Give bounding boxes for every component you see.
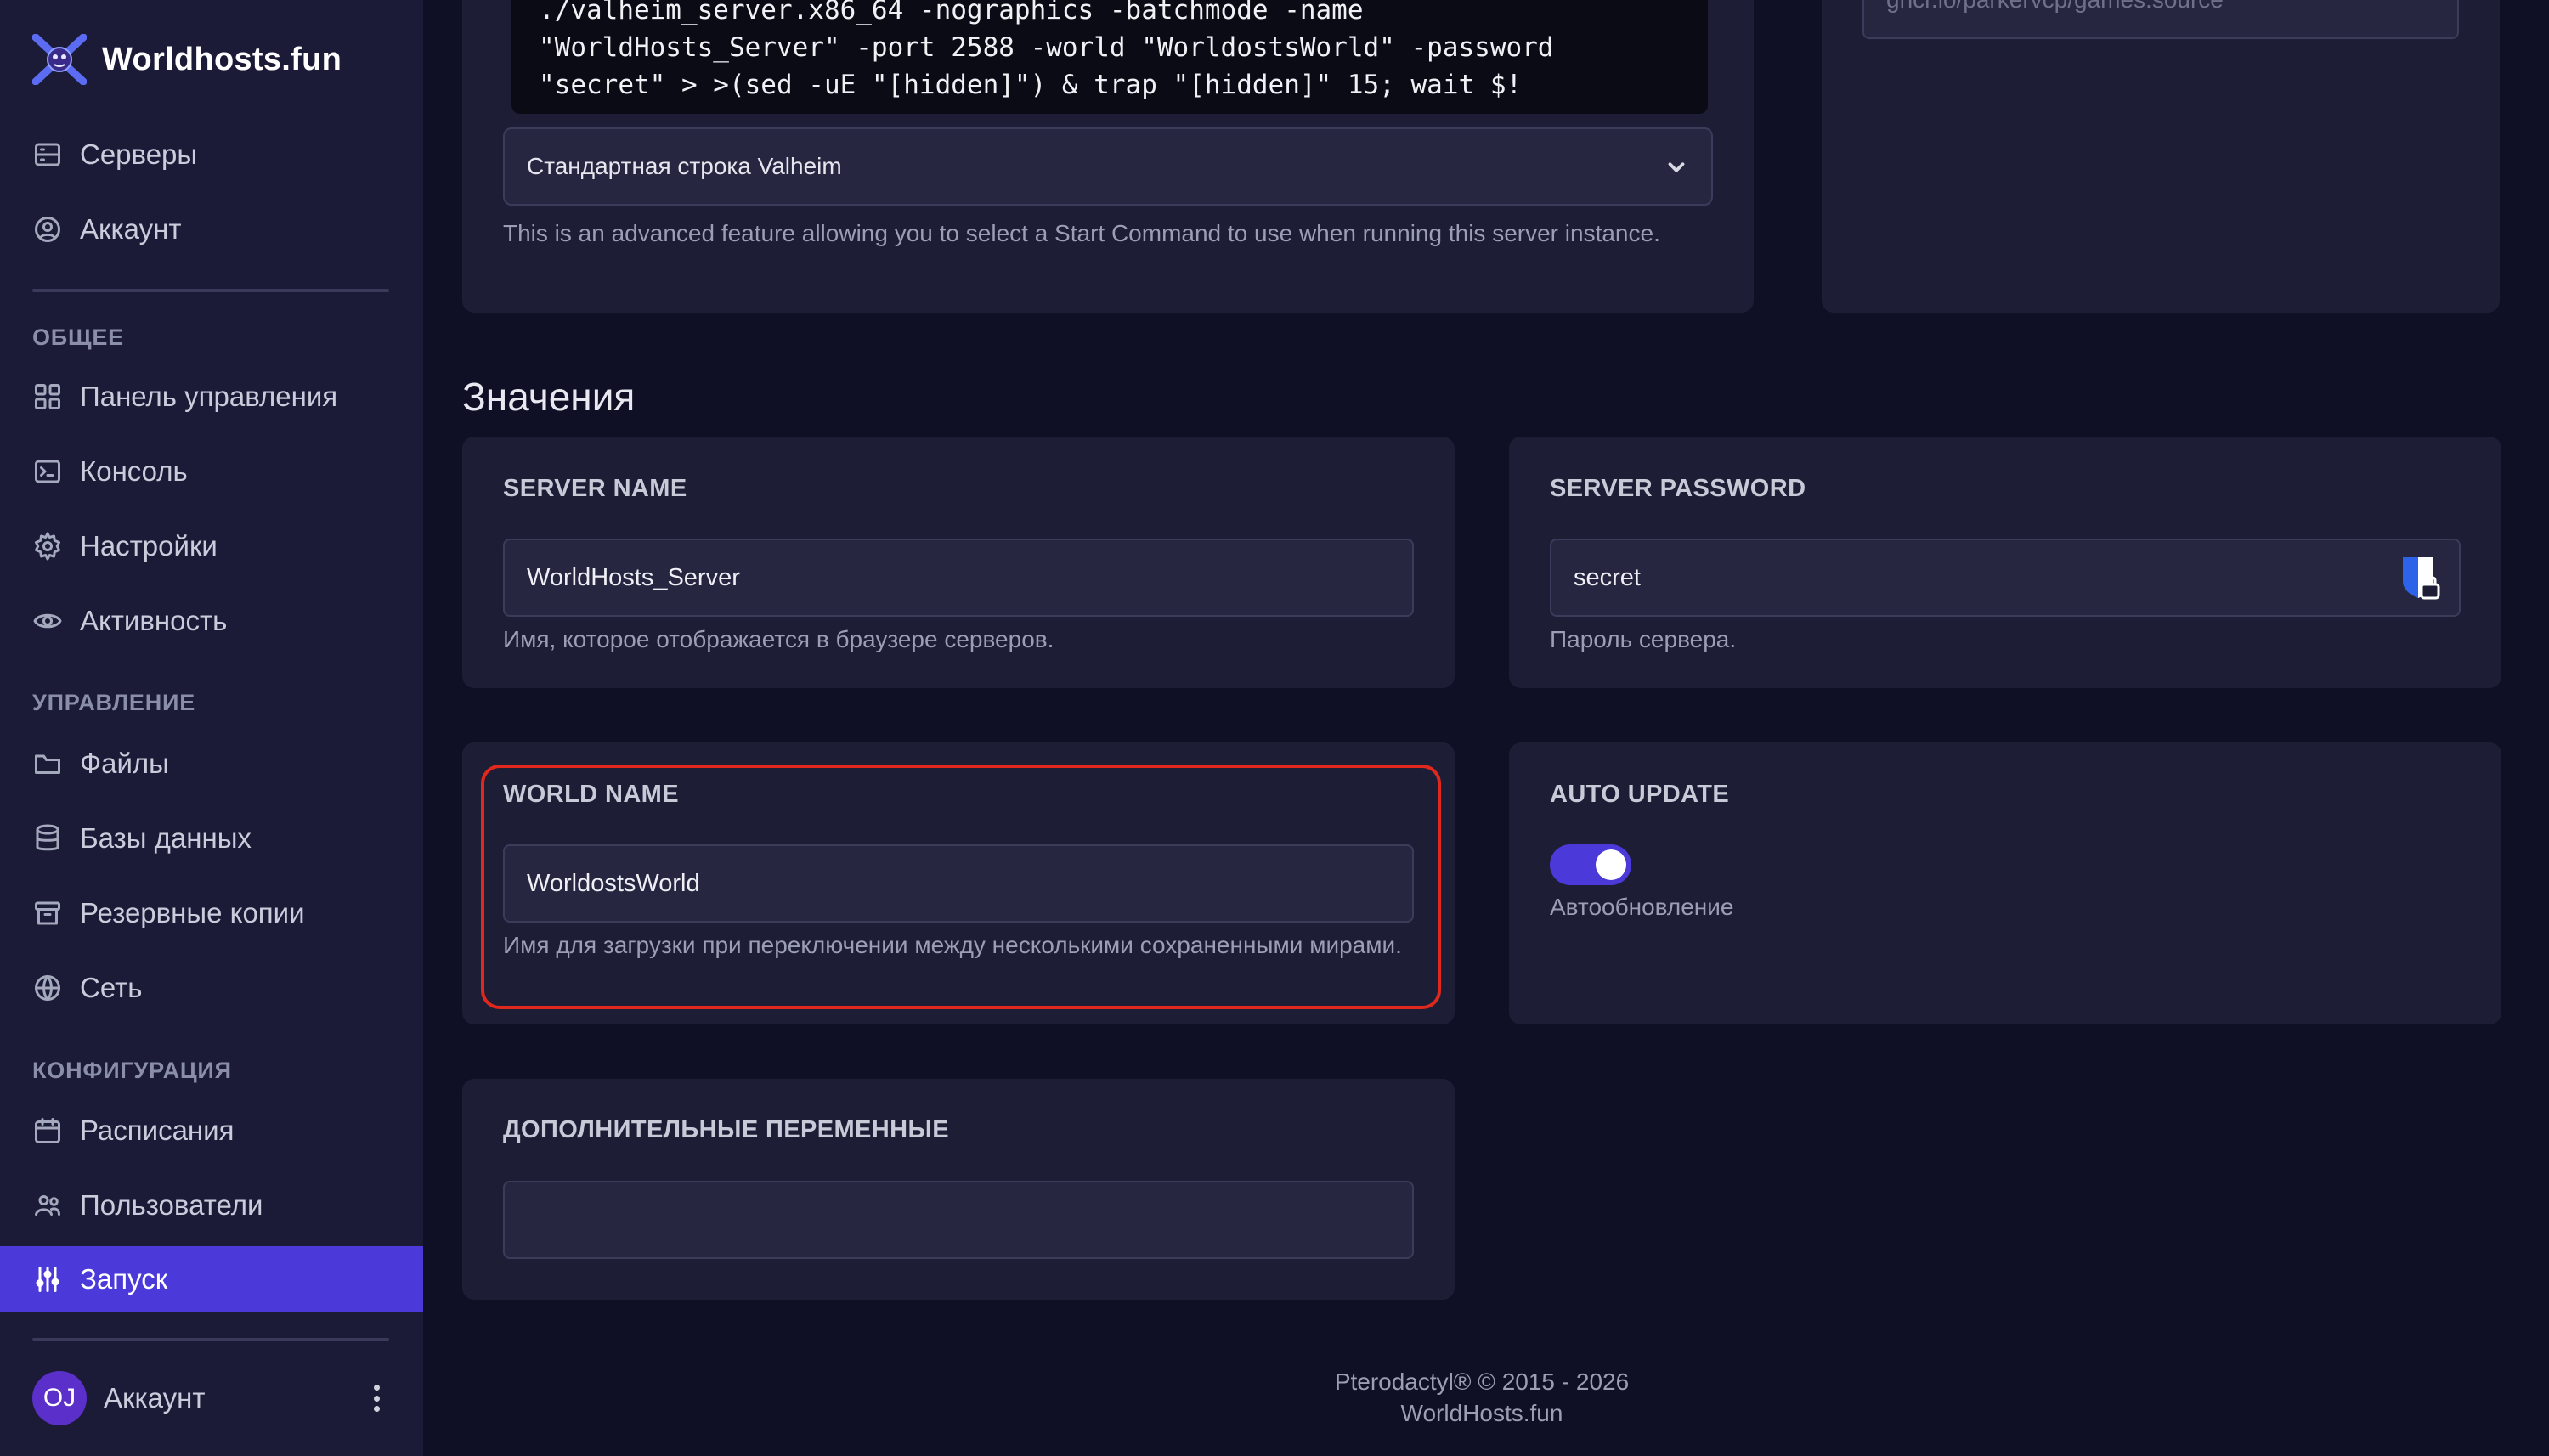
brand-name: Worldhosts.fun [102, 41, 342, 77]
server-password-input[interactable] [1550, 539, 2461, 617]
sidebar-item-label: Серверы [80, 138, 198, 170]
sidebar-item-network[interactable]: Сеть [0, 955, 423, 1021]
password-manager-lock-icon[interactable] [2401, 556, 2440, 601]
world-name-help: Имя для загрузки при переключении между … [503, 932, 1402, 958]
sidebar-item-schedules[interactable]: Расписания [0, 1098, 423, 1164]
server-name-input[interactable] [503, 539, 1414, 617]
sidebar-section-configuration: КОНФИГУРАЦИЯ [32, 1058, 232, 1083]
sidebar-divider [32, 289, 389, 292]
footer: Pterodactyl® © 2015 - 2026 WorldHosts.fu… [1190, 1366, 1774, 1429]
extra-variables-input[interactable] [503, 1181, 1414, 1259]
start-command-select[interactable]: Стандартная строка Valheim [503, 127, 1713, 206]
server-password-help: Пароль сервера. [1550, 626, 1737, 652]
world-name-input[interactable] [503, 844, 1414, 923]
account-label: Аккаунт [104, 1382, 206, 1414]
sliders-icon [32, 1264, 63, 1295]
sidebar: Worldhosts.fun Серверы Аккаунт ОБЩЕЕ Пан… [0, 0, 423, 1456]
globe-icon [32, 973, 63, 1003]
toggle-knob [1596, 849, 1626, 880]
docker-image-card [1822, 0, 2500, 313]
sidebar-item-label: Сеть [80, 972, 143, 1003]
command-line: "secret" > >(sed -uE "[hidden]") & trap … [539, 70, 1523, 100]
chevron-down-icon [1664, 155, 1689, 180]
auto-update-help: Автообновление [1550, 894, 1734, 920]
sidebar-divider [32, 1338, 389, 1341]
archive-icon [32, 898, 63, 928]
sidebar-section-general: ОБЩЕЕ [32, 324, 124, 350]
users-icon [32, 1190, 63, 1221]
avatar: OJ [32, 1371, 87, 1425]
start-command-help: This is an advanced feature allowing you… [503, 220, 1660, 246]
sidebar-item-label: Расписания [80, 1115, 235, 1146]
docker-image-field[interactable]: ghcr.io/parkervcp/games:source [1862, 0, 2459, 39]
start-command-select-value: Стандартная строка Valheim [527, 153, 842, 179]
sidebar-item-servers[interactable]: Серверы [0, 121, 423, 188]
calendar-icon [32, 1115, 63, 1146]
folder-icon [32, 748, 63, 779]
database-icon [32, 823, 63, 854]
sidebar-item-settings[interactable]: Настройки [0, 513, 423, 579]
more-options-icon[interactable] [364, 1381, 389, 1415]
user-circle-icon [32, 214, 63, 245]
command-line: ./valheim_server.x86_64 -nographics -bat… [539, 0, 1364, 25]
world-name-label: WORLD NAME [503, 781, 679, 808]
sidebar-account[interactable]: OJ Аккаунт [32, 1371, 389, 1425]
footer-copyright[interactable]: Pterodactyl® © 2015 - 2026 [1190, 1366, 1774, 1397]
server-password-label: SERVER PASSWORD [1550, 475, 1806, 502]
sidebar-item-files[interactable]: Файлы [0, 731, 423, 797]
auto-update-label: AUTO UPDATE [1550, 781, 1730, 808]
sidebar-item-label: Пользователи [80, 1189, 263, 1221]
startup-command-preview: ./valheim_server.x86_64 -nographics -bat… [511, 0, 1708, 114]
sidebar-item-dashboard[interactable]: Панель управления [0, 364, 423, 430]
eye-icon [32, 606, 63, 636]
auto-update-toggle[interactable] [1550, 844, 1631, 885]
extra-variables-label: ДОПОЛНИТЕЛЬНЫЕ ПЕРЕМЕННЫЕ [503, 1116, 950, 1143]
grid-icon [32, 381, 63, 412]
sidebar-item-label: Базы данных [80, 822, 252, 854]
sidebar-item-label: Запуск [80, 1263, 168, 1295]
sidebar-item-backups[interactable]: Резервные копии [0, 880, 423, 946]
sidebar-item-databases[interactable]: Базы данных [0, 805, 423, 872]
variables-section-title: Значения [462, 375, 636, 419]
server-name-label: SERVER NAME [503, 475, 687, 502]
sidebar-item-label: Панель управления [80, 381, 338, 412]
brand-logo-icon [32, 34, 87, 85]
footer-site[interactable]: WorldHosts.fun [1190, 1397, 1774, 1429]
brand[interactable]: Worldhosts.fun [32, 34, 342, 85]
sidebar-item-label: Активность [80, 605, 228, 636]
server-name-help: Имя, которое отображается в браузере сер… [503, 626, 1054, 652]
sidebar-item-startup[interactable]: Запуск [0, 1246, 423, 1312]
sidebar-item-users[interactable]: Пользователи [0, 1172, 423, 1239]
sidebar-section-management: УПРАВЛЕНИЕ [32, 690, 196, 715]
terminal-icon [32, 456, 63, 487]
sidebar-item-account[interactable]: Аккаунт [0, 196, 423, 262]
sidebar-item-label: Файлы [80, 748, 169, 779]
sidebar-item-label: Настройки [80, 530, 218, 562]
sidebar-item-console[interactable]: Консоль [0, 438, 423, 505]
command-line: "WorldHosts_Server" -port 2588 -world "W… [539, 32, 1554, 63]
sidebar-item-label: Консоль [80, 455, 188, 487]
docker-image-value: ghcr.io/parkervcp/games:source [1886, 0, 2224, 14]
server-icon [32, 139, 63, 170]
sidebar-item-label: Аккаунт [80, 213, 182, 245]
gear-icon [32, 531, 63, 562]
sidebar-item-label: Резервные копии [80, 897, 305, 928]
sidebar-item-activity[interactable]: Активность [0, 588, 423, 654]
